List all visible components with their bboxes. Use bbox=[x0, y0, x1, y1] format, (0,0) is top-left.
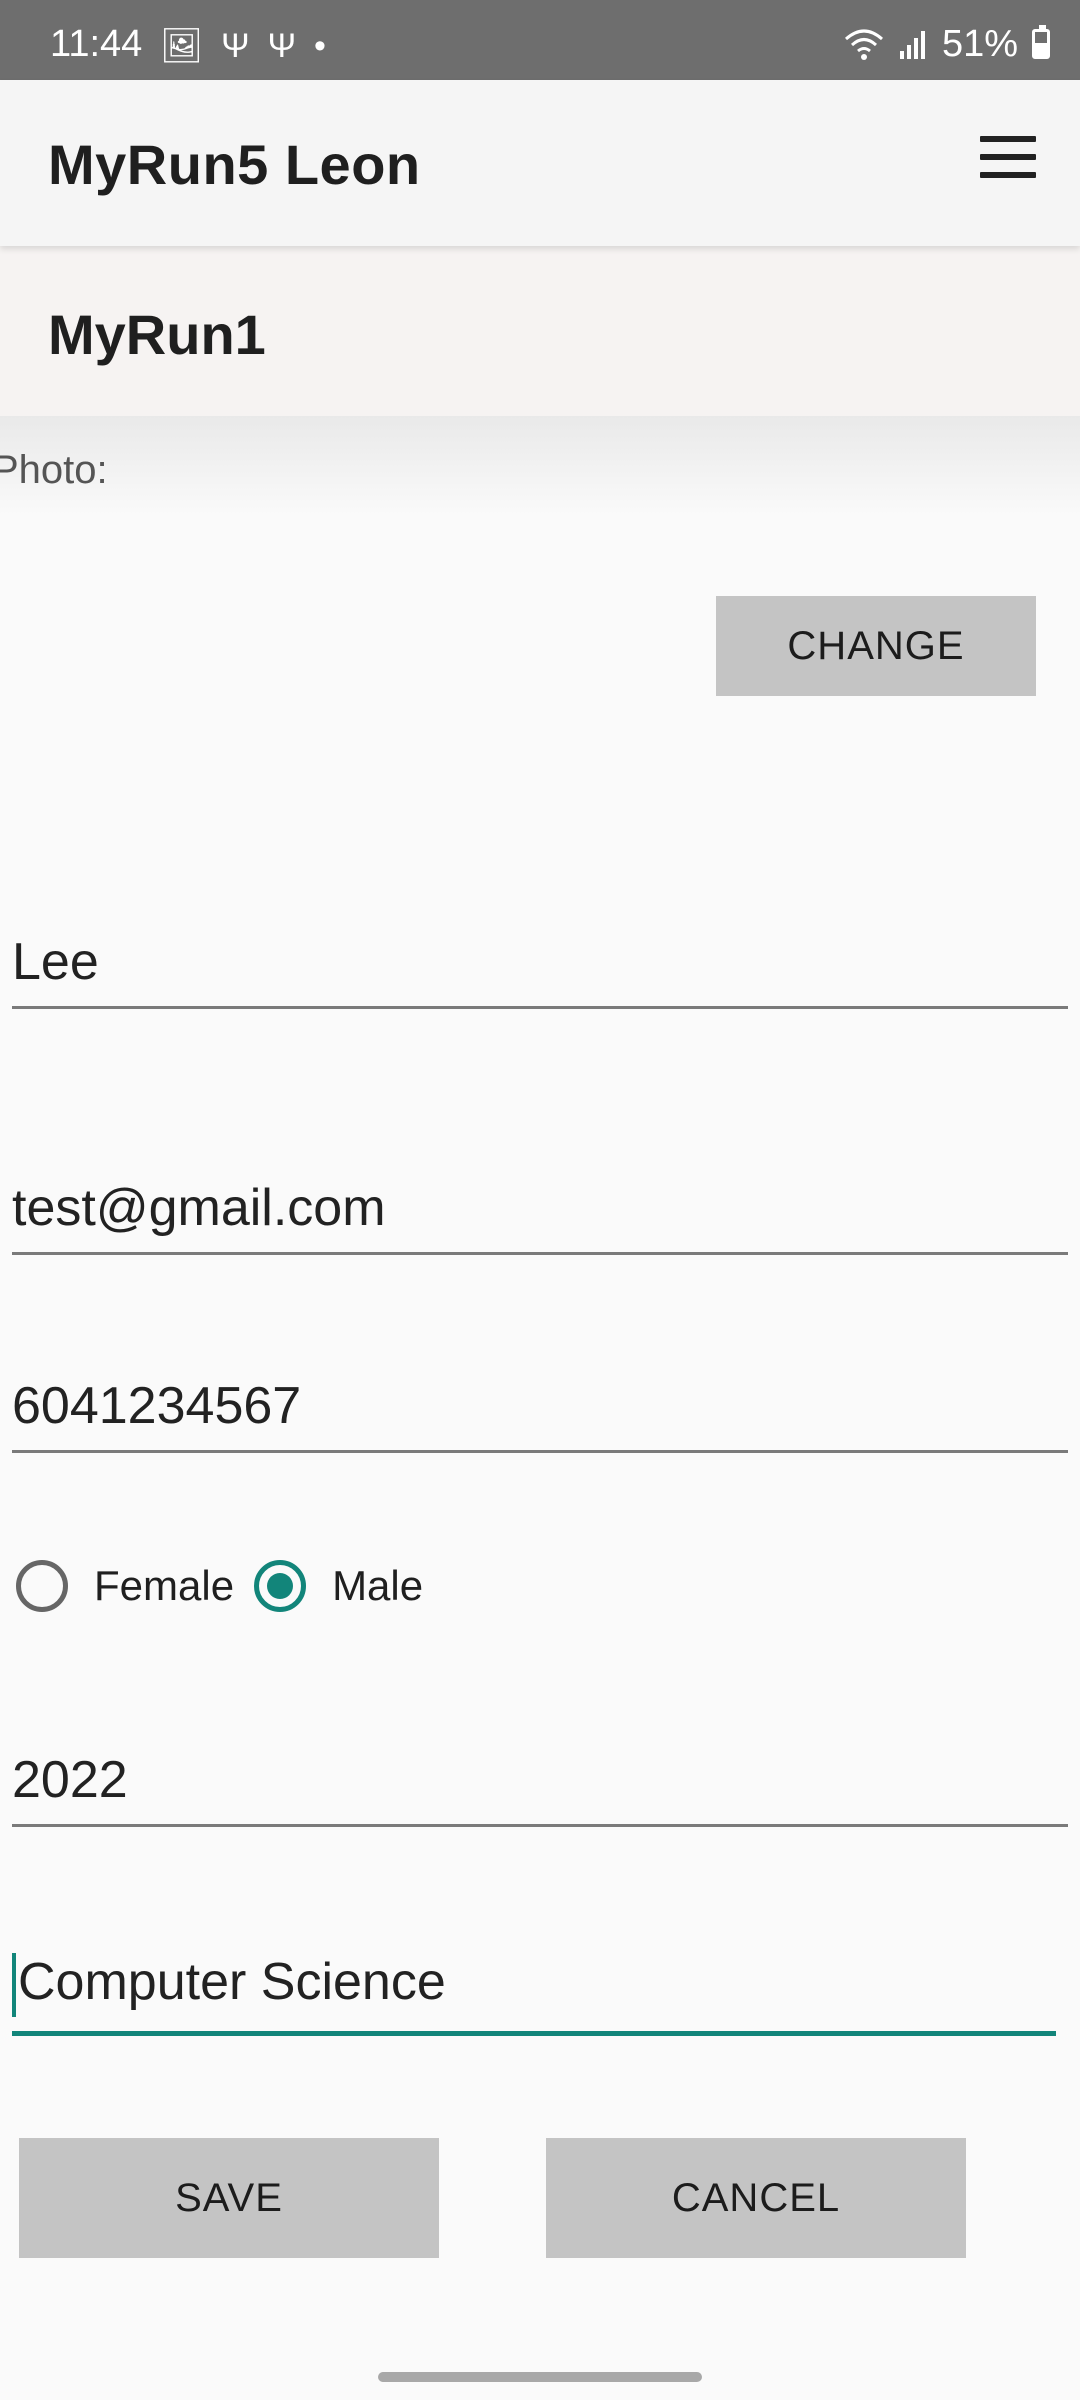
usb-icon: Ψ bbox=[221, 27, 250, 65]
field-underline-focused bbox=[12, 2031, 1056, 2037]
section-title: MyRun1 bbox=[48, 303, 266, 366]
battery-icon bbox=[1032, 25, 1050, 59]
section-header: MyRun1 bbox=[0, 246, 1080, 416]
class-year-field[interactable]: 2022 bbox=[12, 1750, 1068, 1827]
battery-percent: 51% bbox=[941, 23, 1018, 65]
field-underline bbox=[12, 1006, 1068, 1009]
text-cursor bbox=[12, 1953, 16, 2018]
wifi-icon bbox=[844, 29, 883, 60]
field-underline bbox=[12, 1450, 1068, 1453]
app-title: MyRun5 Leon bbox=[48, 133, 421, 196]
home-indicator[interactable] bbox=[378, 2372, 702, 2382]
class-year-value: 2022 bbox=[12, 1751, 128, 1809]
radio-male[interactable]: Male bbox=[254, 1560, 423, 1612]
radio-male-label: Male bbox=[332, 1562, 424, 1609]
status-bar: 11:44 🖼 Ψ Ψ • 51% bbox=[0, 0, 1080, 80]
name-value: Lee bbox=[12, 933, 99, 991]
gender-radio-group: Female Male bbox=[16, 1560, 443, 1612]
radio-checked-icon bbox=[254, 1560, 307, 1612]
dot-icon: • bbox=[313, 27, 326, 65]
email-field[interactable]: test@gmail.com bbox=[12, 1178, 1068, 1255]
email-value: test@gmail.com bbox=[12, 1179, 386, 1237]
notification-icons: 🖼 Ψ Ψ • bbox=[160, 26, 326, 66]
field-underline bbox=[12, 1252, 1068, 1255]
radio-female[interactable]: Female bbox=[16, 1560, 234, 1612]
status-right: 51% bbox=[844, 22, 1050, 66]
change-photo-button[interactable]: CHANGE bbox=[716, 596, 1036, 696]
major-field[interactable]: Computer Science bbox=[12, 1952, 1056, 2037]
radio-unchecked-icon bbox=[16, 1560, 68, 1612]
cancel-button[interactable]: CANCEL bbox=[546, 2138, 966, 2258]
major-value: Computer Science bbox=[18, 1953, 446, 2011]
hamburger-menu-icon[interactable] bbox=[980, 136, 1040, 188]
radio-female-label: Female bbox=[94, 1562, 235, 1609]
usb-icon: Ψ bbox=[267, 27, 296, 65]
name-field[interactable]: Lee bbox=[12, 932, 1068, 1009]
status-time: 11:44 bbox=[50, 23, 143, 65]
image-icon: 🖼 bbox=[160, 27, 204, 65]
phone-value: 6041234567 bbox=[12, 1377, 302, 1435]
photo-label: Photo: bbox=[0, 448, 108, 492]
header-shadow bbox=[0, 416, 1080, 516]
phone-field[interactable]: 6041234567 bbox=[12, 1376, 1068, 1453]
field-underline bbox=[12, 1824, 1068, 1827]
app-bar: MyRun5 Leon bbox=[0, 80, 1080, 246]
save-button[interactable]: SAVE bbox=[19, 2138, 439, 2258]
signal-icon bbox=[899, 31, 925, 59]
